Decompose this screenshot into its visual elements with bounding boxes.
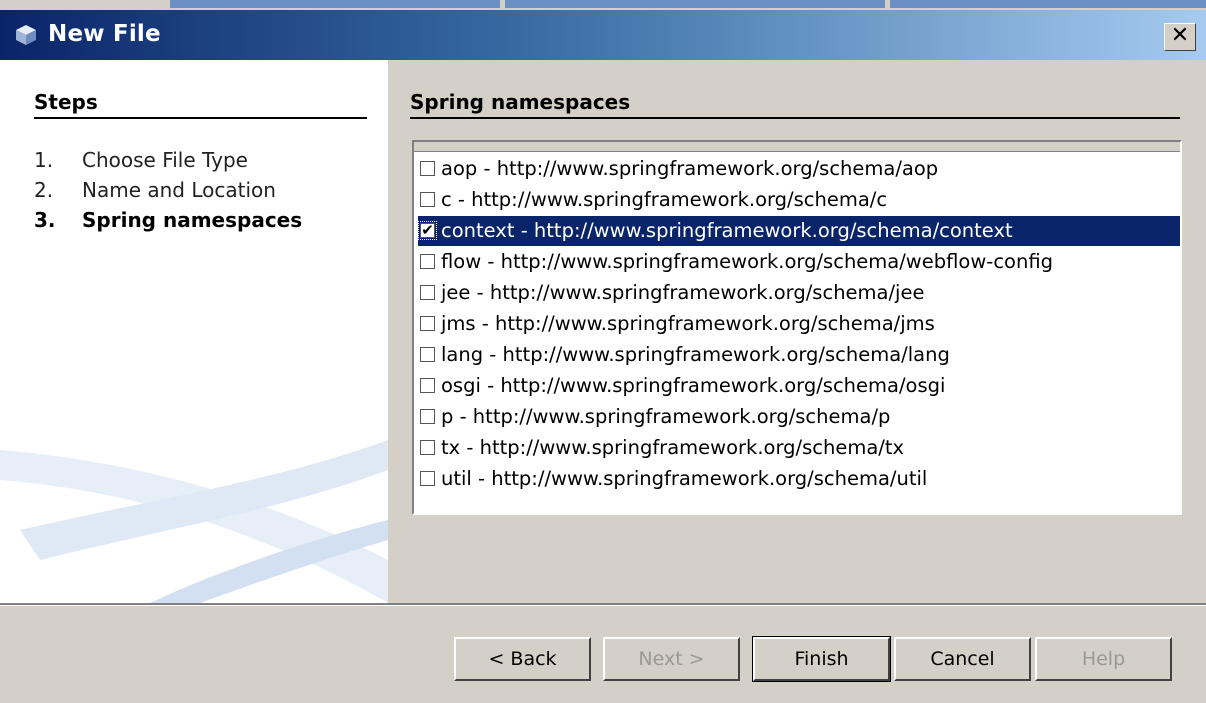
namespace-checkbox[interactable] (420, 440, 435, 455)
step-item: 1. Choose File Type (34, 148, 248, 172)
namespace-list-item[interactable]: ✔ context - http://www.springframework.or… (418, 216, 1180, 246)
namespace-list-item[interactable]: jms - http://www.springframework.org/sch… (418, 309, 1180, 339)
namespace-label: aop - http://www.springframework.org/sch… (441, 157, 939, 180)
step-number: 1. (34, 148, 54, 172)
namespace-checkbox[interactable] (420, 161, 435, 176)
netbeans-cube-icon (16, 25, 36, 45)
step-label: Name and Location (82, 178, 276, 202)
step-item: 3. Spring namespaces (34, 208, 302, 232)
background-window-strip (0, 0, 1206, 10)
content-panel: Spring namespaces aop - http://www.sprin… (388, 60, 1206, 603)
namespace-list-item[interactable]: tx - http://www.springframework.org/sche… (418, 433, 1180, 463)
back-button[interactable]: < Back (454, 637, 591, 681)
list-header-bar (414, 142, 1180, 152)
namespace-label: util - http://www.springframework.org/sc… (441, 467, 928, 490)
namespace-list-item[interactable]: p - http://www.springframework.org/schem… (418, 402, 1180, 432)
namespace-label: tx - http://www.springframework.org/sche… (441, 436, 905, 459)
next-button[interactable]: Next > (603, 637, 740, 681)
namespace-label: lang - http://www.springframework.org/sc… (441, 343, 950, 366)
finish-button[interactable]: Finish (752, 636, 891, 682)
namespace-label: flow - http://www.springframework.org/sc… (441, 250, 1054, 273)
namespaces-divider (410, 117, 1180, 119)
step-label: Spring namespaces (82, 208, 303, 232)
step-item: 2. Name and Location (34, 178, 276, 202)
namespace-checkbox[interactable] (420, 316, 435, 331)
namespace-checkbox[interactable] (420, 347, 435, 362)
step-number: 2. (34, 178, 54, 202)
namespaces-list[interactable]: aop - http://www.springframework.org/sch… (412, 140, 1182, 515)
decorative-swoosh-graphic (0, 440, 388, 603)
help-button[interactable]: Help (1035, 637, 1172, 681)
namespace-label: jee - http://www.springframework.org/sch… (441, 281, 925, 304)
namespace-label: p - http://www.springframework.org/schem… (441, 405, 891, 428)
button-area-separator (0, 603, 1206, 606)
dialog-titlebar[interactable]: New File ✕ (0, 10, 1206, 60)
namespace-label: context - http://www.springframework.org… (441, 219, 1013, 242)
namespace-label: osgi - http://www.springframework.org/sc… (441, 374, 946, 397)
steps-header: Steps (34, 90, 98, 114)
checkmark-icon: ✔ (421, 221, 434, 239)
namespace-list-item[interactable]: flow - http://www.springframework.org/sc… (418, 247, 1180, 277)
namespace-checkbox[interactable] (420, 471, 435, 486)
namespace-list-item[interactable]: util - http://www.springframework.org/sc… (418, 464, 1180, 494)
namespace-list-item[interactable]: lang - http://www.springframework.org/sc… (418, 340, 1180, 370)
steps-divider (34, 117, 367, 119)
namespace-checkbox[interactable]: ✔ (418, 221, 437, 240)
namespace-label: c - http://www.springframework.org/schem… (441, 188, 888, 211)
cancel-button[interactable]: Cancel (894, 637, 1031, 681)
namespace-checkbox[interactable] (420, 409, 435, 424)
dialog-title: New File (48, 21, 161, 47)
namespace-checkbox[interactable] (420, 378, 435, 393)
namespaces-header: Spring namespaces (410, 90, 631, 114)
background-window-fragment (505, 0, 885, 8)
close-button[interactable]: ✕ (1164, 23, 1196, 51)
namespace-list-item[interactable]: jee - http://www.springframework.org/sch… (418, 278, 1180, 308)
namespace-checkbox[interactable] (420, 192, 435, 207)
namespace-list-item[interactable]: osgi - http://www.springframework.org/sc… (418, 371, 1180, 401)
step-label: Choose File Type (82, 148, 248, 172)
background-window-fragment (170, 0, 500, 8)
background-window-fragment (890, 0, 1206, 8)
close-icon: ✕ (1170, 23, 1190, 48)
namespace-list-item[interactable]: c - http://www.springframework.org/schem… (418, 185, 1180, 215)
steps-panel: Steps 1. Choose File Type 2. Name and Locat… (0, 60, 388, 603)
step-number: 3. (34, 208, 56, 232)
namespace-checkbox[interactable] (420, 254, 435, 269)
namespace-checkbox[interactable] (420, 285, 435, 300)
namespace-label: jms - http://www.springframework.org/sch… (441, 312, 935, 335)
namespace-list-item[interactable]: aop - http://www.springframework.org/sch… (418, 154, 1180, 184)
